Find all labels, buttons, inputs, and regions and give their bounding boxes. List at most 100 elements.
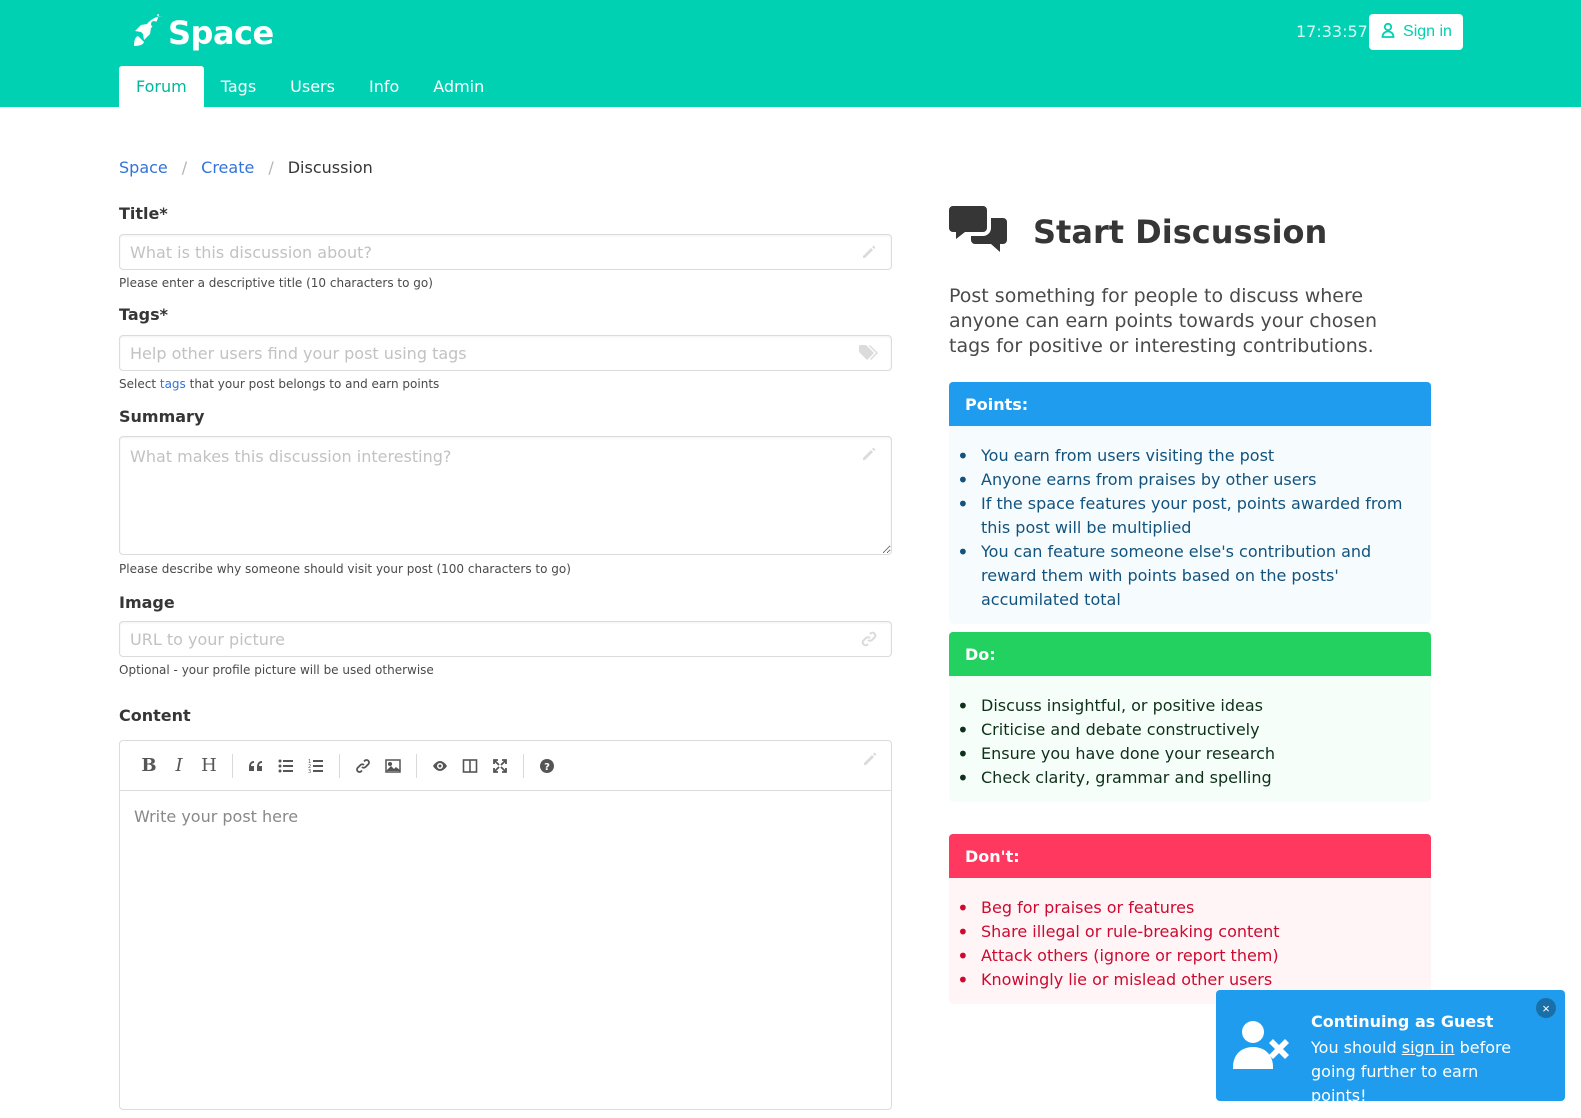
image-url-input[interactable] — [119, 621, 892, 657]
tab-info[interactable]: Info — [352, 66, 416, 107]
clock: 17:33:57 — [1296, 22, 1368, 41]
columns-icon — [462, 758, 478, 773]
signin-button[interactable]: Sign in — [1369, 14, 1463, 50]
toast-signin-link[interactable]: sign in — [1402, 1038, 1455, 1057]
italic-button[interactable]: I — [164, 751, 194, 781]
question-circle-icon: ? — [540, 758, 554, 773]
guest-notification: Continuing as Guest You should sign in b… — [1216, 990, 1565, 1105]
list-item: Anyone earns from praises by other users — [957, 468, 1415, 492]
side-by-side-button[interactable] — [455, 751, 485, 781]
ordered-list-button[interactable]: 123 — [301, 751, 331, 781]
tags-help: Select tags that your post belongs to an… — [119, 377, 439, 391]
brand-logo[interactable]: Space — [132, 11, 274, 52]
list-icon — [278, 759, 293, 772]
link-button[interactable] — [348, 751, 378, 781]
svg-text:3: 3 — [308, 769, 311, 774]
brand-name: Space — [168, 14, 274, 52]
ordered-list-icon: 123 — [308, 759, 323, 774]
tags-icon — [858, 344, 880, 362]
heading-button[interactable]: H — [194, 751, 224, 781]
list-item: Discuss insightful, or positive ideas — [957, 694, 1415, 718]
list-item: Check clarity, grammar and spelling — [957, 766, 1415, 790]
list-item: Beg for praises or features — [957, 896, 1415, 920]
rocket-icon — [132, 11, 166, 52]
toast-title: Continuing as Guest — [1311, 1012, 1494, 1031]
link-icon — [860, 630, 878, 648]
signin-label: Sign in — [1403, 23, 1452, 40]
pencil-icon — [861, 750, 879, 768]
preview-button[interactable] — [425, 751, 455, 781]
quote-icon — [249, 760, 262, 771]
tab-admin[interactable]: Admin — [416, 66, 501, 107]
tab-users[interactable]: Users — [273, 66, 352, 107]
toast-text-prefix: You should — [1311, 1038, 1397, 1057]
eye-icon — [433, 760, 447, 771]
do-body: Discuss insightful, or positive ideas Cr… — [949, 676, 1431, 802]
top-navbar: Space 17:33:57 Sign in Forum Tags Users … — [0, 0, 1581, 107]
user-icon — [1380, 22, 1403, 43]
dont-list: Beg for praises or features Share illega… — [957, 896, 1415, 992]
unordered-list-button[interactable] — [271, 751, 301, 781]
image-icon — [385, 758, 401, 773]
sidebar-header: Start Discussion — [949, 204, 1327, 260]
svg-text:?: ? — [544, 762, 550, 773]
tags-help-prefix: Select — [119, 377, 157, 391]
list-item: Criticise and debate constructively — [957, 718, 1415, 742]
tags-input[interactable] — [119, 335, 892, 371]
title-help: Please enter a descriptive title (10 cha… — [119, 276, 433, 290]
pencil-icon — [860, 445, 878, 463]
breadcrumb-separator: / — [181, 158, 188, 177]
tab-forum[interactable]: Forum — [119, 66, 204, 107]
points-header: Points: — [949, 382, 1431, 426]
points-list: You earn from users visiting the post An… — [957, 444, 1415, 612]
quote-button[interactable] — [241, 751, 271, 781]
content-label: Content — [119, 706, 191, 725]
comments-icon — [949, 204, 1007, 260]
do-list: Discuss insightful, or positive ideas Cr… — [957, 694, 1415, 790]
toolbar-divider — [339, 753, 340, 778]
breadcrumb: Space / Create / Discussion — [119, 158, 373, 177]
sidebar-description: Post something for people to discuss whe… — [949, 285, 1378, 357]
do-panel: Do: Discuss insightful, or positive idea… — [949, 632, 1431, 802]
main-tabs: Forum Tags Users Info Admin — [119, 66, 501, 107]
dont-header: Don't: — [949, 834, 1431, 878]
dont-body: Beg for praises or features Share illega… — [949, 878, 1431, 1004]
user-times-icon — [1233, 1019, 1295, 1071]
toolbar-divider — [232, 753, 233, 778]
link-icon — [356, 758, 370, 773]
tags-help-link[interactable]: tags — [160, 377, 186, 391]
editor-toolbar: B I H 123 ? — [120, 741, 891, 791]
list-item: You can feature someone else's contribut… — [957, 540, 1415, 612]
list-item: Knowingly lie or mislead other users — [957, 968, 1415, 992]
toolbar-divider — [416, 753, 417, 778]
summary-help: Please describe why someone should visit… — [119, 562, 571, 576]
breadcrumb-current: Discussion — [287, 158, 373, 177]
title-label: Title* — [119, 204, 168, 223]
summary-label: Summary — [119, 407, 205, 426]
points-body: You earn from users visiting the post An… — [949, 426, 1431, 624]
pencil-icon — [860, 243, 878, 261]
expand-icon — [493, 758, 507, 773]
toast-message: You should sign in before going further … — [1311, 1036, 1536, 1108]
help-button[interactable]: ? — [532, 751, 562, 781]
tags-label: Tags* — [119, 305, 168, 324]
toolbar-divider — [523, 753, 524, 778]
bold-button[interactable]: B — [134, 751, 164, 781]
do-header: Do: — [949, 632, 1431, 676]
list-item: Share illegal or rule-breaking content — [957, 920, 1415, 944]
title-input[interactable] — [119, 234, 892, 270]
close-button[interactable]: × — [1536, 998, 1556, 1018]
list-item: If the space features your post, points … — [957, 492, 1415, 540]
image-label: Image — [119, 593, 175, 612]
points-panel: Points: You earn from users visiting the… — [949, 382, 1431, 624]
list-item: Ensure you have done your research — [957, 742, 1415, 766]
markdown-editor: B I H 123 ? Write your post here — [119, 740, 892, 1110]
summary-textarea[interactable] — [119, 436, 892, 555]
tab-tags[interactable]: Tags — [204, 66, 273, 107]
list-item: You earn from users visiting the post — [957, 444, 1415, 468]
editor-content[interactable]: Write your post here — [120, 791, 891, 842]
breadcrumb-create[interactable]: Create — [201, 158, 254, 177]
breadcrumb-space[interactable]: Space — [119, 158, 168, 177]
image-button[interactable] — [378, 751, 408, 781]
fullscreen-button[interactable] — [485, 751, 515, 781]
